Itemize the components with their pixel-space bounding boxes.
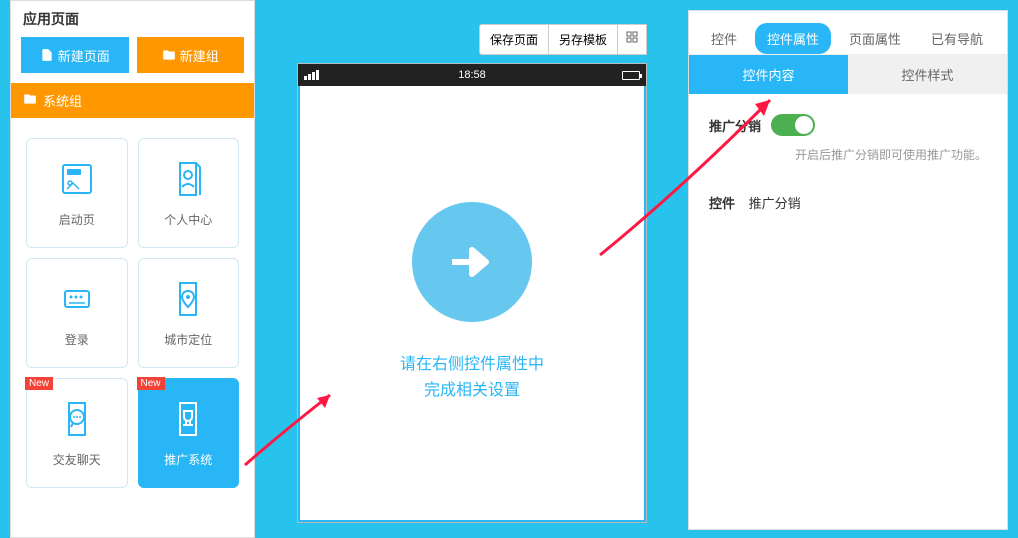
folder-open-icon: [23, 92, 37, 109]
card-chat[interactable]: New 交友聊天: [26, 378, 128, 488]
phone-frame: 18:58 请在右侧控件属性中 完成相关设置: [297, 63, 647, 523]
location-icon: [168, 279, 208, 319]
card-login[interactable]: 登录: [26, 258, 128, 368]
tab-widget[interactable]: 控件: [699, 23, 749, 54]
new-group-label: 新建组: [180, 46, 219, 65]
card-label: 个人中心: [164, 211, 212, 228]
tab-page-props[interactable]: 页面属性: [837, 23, 913, 54]
phone-area: 保存页面 另存模板 18:58 请在右侧控件属性中 完成相关设置: [282, 0, 662, 538]
phone-canvas[interactable]: 请在右侧控件属性中 完成相关设置: [298, 86, 646, 522]
file-icon: [40, 48, 54, 62]
subtab-content[interactable]: 控件内容: [689, 55, 848, 94]
new-page-label: 新建页面: [58, 46, 110, 65]
card-label: 城市定位: [164, 331, 212, 348]
left-panel: 应用页面 新建页面 新建组 系统组 启动页: [10, 0, 255, 538]
promotion-toggle[interactable]: [771, 114, 815, 136]
folder-icon: [162, 48, 176, 62]
start-page-icon: [57, 159, 97, 199]
card-profile[interactable]: 个人中心: [138, 138, 240, 248]
grid-icon: [626, 31, 638, 43]
card-grid: 启动页 个人中心 登录 城市定位 New: [11, 118, 254, 508]
group-name: 系统组: [43, 91, 82, 110]
phone-toolbar: 保存页面 另存模板: [297, 24, 647, 55]
group-header[interactable]: 系统组: [11, 83, 254, 118]
right-panel: 控件 控件属性 页面属性 已有导航 控件内容 控件样式 推广分销 开启后推广分销…: [688, 10, 1008, 530]
card-label: 启动页: [59, 211, 95, 228]
new-group-button[interactable]: 新建组: [137, 37, 245, 73]
login-icon: [57, 279, 97, 319]
card-label: 推广系统: [164, 451, 212, 468]
subtab-style[interactable]: 控件样式: [848, 55, 1007, 94]
new-badge: New: [25, 377, 53, 390]
save-template-button[interactable]: 另存模板: [548, 24, 618, 55]
section-key: 控件: [709, 196, 735, 211]
tab-widget-props[interactable]: 控件属性: [755, 23, 831, 54]
widget-type-row: 控件 推广分销: [709, 193, 987, 212]
property-body: 推广分销 开启后推广分销即可使用推广功能。 控件 推广分销: [689, 94, 1007, 232]
property-tabs: 控件 控件属性 页面属性 已有导航: [689, 11, 1007, 55]
card-label: 登录: [65, 331, 89, 348]
help-line1: 请在右侧控件属性中: [400, 352, 544, 378]
trophy-icon: [168, 399, 208, 439]
card-location[interactable]: 城市定位: [138, 258, 240, 368]
card-promotion[interactable]: New 推广系统: [138, 378, 240, 488]
page-title: 应用页面: [11, 1, 254, 37]
card-label: 交友聊天: [53, 451, 101, 468]
toggle-hint: 开启后推广分销即可使用推广功能。: [709, 146, 987, 163]
toggle-label: 推广分销: [709, 116, 761, 135]
tab-existing-nav[interactable]: 已有导航: [919, 23, 995, 54]
battery-icon: [622, 71, 640, 80]
phone-help-text: 请在右侧控件属性中 完成相关设置: [400, 352, 544, 403]
help-line2: 完成相关设置: [400, 378, 544, 404]
signal-icon: [304, 70, 319, 80]
card-start-page[interactable]: 启动页: [26, 138, 128, 248]
status-time: 18:58: [458, 69, 486, 81]
button-row: 新建页面 新建组: [11, 37, 254, 83]
new-badge: New: [137, 377, 165, 390]
toggle-row: 推广分销: [709, 114, 987, 136]
save-page-button[interactable]: 保存页面: [479, 24, 549, 55]
chat-icon: [57, 399, 97, 439]
new-page-button[interactable]: 新建页面: [21, 37, 129, 73]
property-subtabs: 控件内容 控件样式: [689, 55, 1007, 94]
status-bar: 18:58: [298, 64, 646, 86]
arrow-circle-icon: [412, 202, 532, 322]
section-value: 推广分销: [749, 196, 801, 211]
grid-button[interactable]: [617, 24, 647, 55]
profile-icon: [168, 159, 208, 199]
